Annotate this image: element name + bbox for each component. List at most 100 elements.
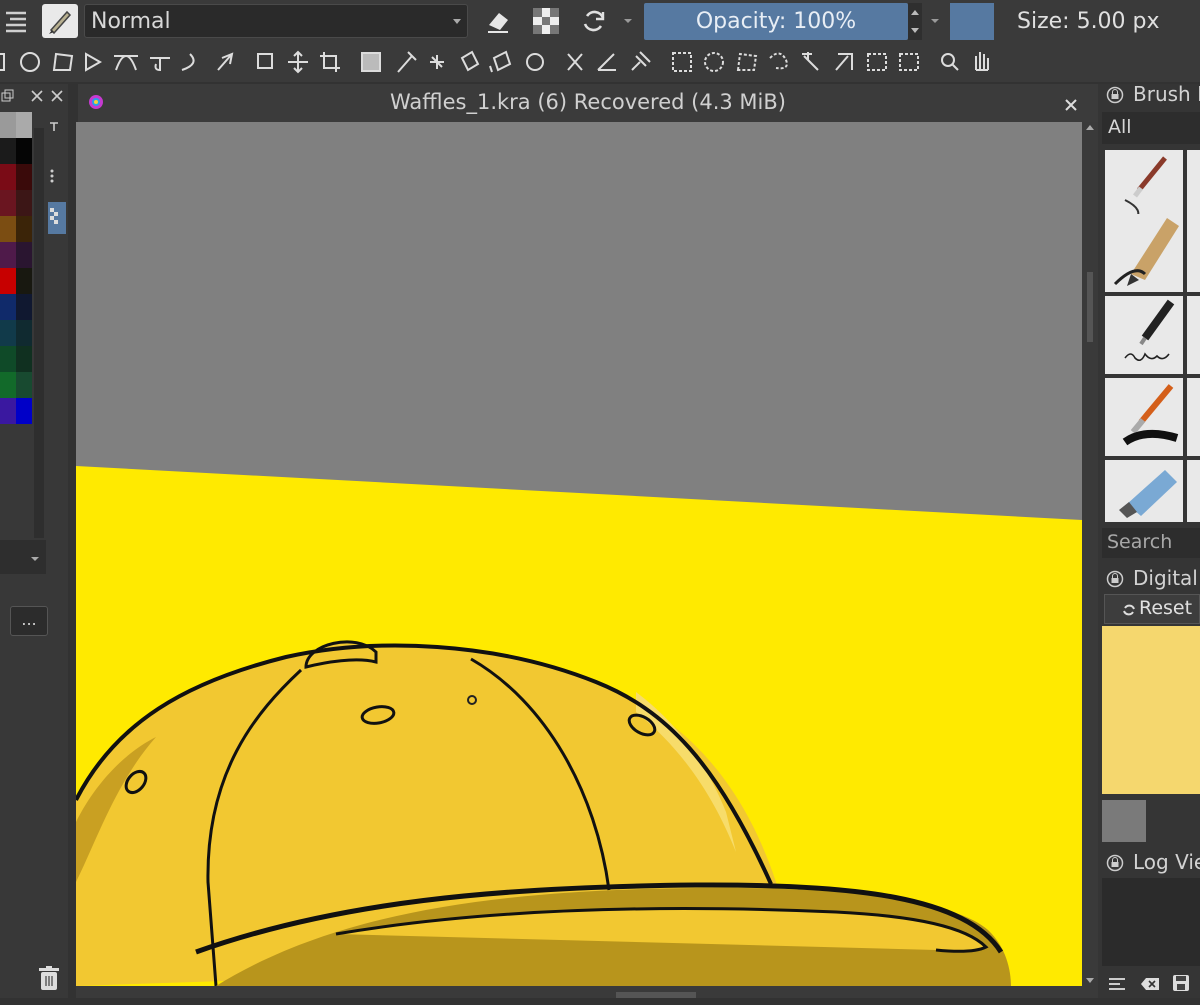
contiguous-select-tool (802, 52, 819, 71)
palette-swatch[interactable] (0, 190, 16, 216)
brush-preset-partial[interactable] (1187, 460, 1200, 522)
palette-scrollbar[interactable] (34, 128, 44, 538)
save-log-icon[interactable] (1172, 974, 1190, 996)
palette-swatch[interactable] (16, 112, 32, 138)
dock-lock-icon[interactable] (1106, 86, 1124, 108)
assistant-tool (492, 50, 512, 72)
measure-tool (597, 53, 616, 71)
reset-label: Reset (1139, 597, 1193, 619)
palette-swatch[interactable] (16, 138, 32, 164)
magnetic-select-tool (899, 53, 919, 71)
document-title: Waffles_1.kra (6) Recovered (4.3 MiB) (390, 90, 786, 114)
foreground-color-swatch[interactable] (950, 3, 994, 40)
palette-swatch[interactable] (0, 294, 16, 320)
more-options-icon[interactable] (48, 168, 56, 187)
brush-preset-pencil[interactable] (1105, 214, 1183, 292)
freehand-select-tool (769, 52, 788, 70)
palette-swatch[interactable] (16, 320, 32, 346)
vertical-scrollbar[interactable] (1082, 122, 1098, 986)
palette-swatch[interactable] (16, 190, 32, 216)
brush-presets-title: Brush P (1133, 82, 1200, 106)
zoom-handle (951, 63, 959, 71)
pan-tool (975, 52, 989, 71)
palette-swatch[interactable] (0, 216, 16, 242)
layer-thumbnail[interactable] (48, 202, 66, 234)
drawing-canvas[interactable] (76, 122, 1082, 986)
more-button[interactable]: ... (10, 606, 48, 636)
brush-filter-value: All (1108, 116, 1132, 138)
palette-swatch[interactable] (0, 346, 16, 372)
log-options-icon[interactable] (1108, 976, 1126, 996)
polygon-tool (52, 52, 74, 71)
palette-swatch[interactable] (16, 372, 32, 398)
ellipse-tool (20, 52, 40, 72)
menu-icon[interactable] (0, 4, 32, 38)
smart-patch-tool (430, 55, 444, 69)
blend-mode-select[interactable]: Normal (84, 4, 468, 38)
close-icon[interactable] (30, 88, 44, 107)
mixer-color-swatch[interactable] (1102, 800, 1146, 842)
reset-button[interactable]: Reset (1104, 594, 1200, 624)
top-toolbar: Normal Opacity: 100% Size: 5.00 px (0, 0, 1200, 44)
palette-swatch[interactable] (16, 216, 32, 242)
palette-swatch[interactable] (16, 268, 32, 294)
palette-swatch[interactable] (0, 138, 16, 164)
transform-tool (257, 53, 273, 69)
brush-preset-partial[interactable] (1187, 296, 1200, 374)
alpha-lock-icon[interactable] (530, 4, 562, 38)
opacity-label: Opacity: 100% (695, 9, 857, 34)
reset-icon (1123, 604, 1135, 616)
palette-select[interactable] (0, 540, 46, 574)
palette-swatch[interactable] (0, 268, 16, 294)
reload-icon[interactable] (578, 4, 610, 38)
reference-ring (526, 53, 544, 71)
crop-tool (320, 52, 340, 72)
dock-lock-icon[interactable] (1106, 570, 1124, 592)
eraser-icon[interactable] (482, 4, 514, 38)
dropdown-icon[interactable] (926, 4, 944, 38)
color-mixer-area[interactable] (1102, 626, 1200, 794)
brush-preset-partial[interactable] (1187, 214, 1200, 292)
dock-lock-icon[interactable] (1106, 854, 1124, 876)
palette-swatch[interactable] (0, 398, 16, 424)
brush-search-placeholder: Search (1107, 531, 1173, 553)
multibrush-tool (217, 52, 234, 71)
brush-preset-partial[interactable] (1187, 378, 1200, 456)
close-icon[interactable] (1064, 97, 1078, 116)
gradient-tool (361, 52, 381, 72)
palette-swatch[interactable] (0, 242, 16, 268)
color-picker-tool (397, 51, 417, 73)
brush-preset-marker[interactable] (1105, 460, 1183, 522)
float-icon[interactable] (0, 88, 14, 107)
log-viewer-title: Log Vie (1133, 850, 1200, 874)
horizontal-scrollbar[interactable] (76, 986, 1098, 998)
opacity-slider[interactable]: Opacity: 100% (644, 3, 908, 40)
brush-preset-icon[interactable] (42, 4, 78, 38)
palette-swatch[interactable] (16, 242, 32, 268)
palette-swatch[interactable] (16, 294, 32, 320)
opacity-spinner[interactable] (908, 3, 922, 40)
brush-size-field[interactable]: Size: 5.00 px (1000, 3, 1200, 40)
clear-log-icon[interactable] (1140, 976, 1160, 996)
brush-preset-pen[interactable] (1105, 296, 1183, 374)
palette-swatch[interactable] (0, 164, 16, 190)
palette-menu-icon[interactable] (48, 118, 60, 131)
log-viewer-panel (1102, 878, 1200, 966)
dropdown-icon[interactable] (618, 4, 638, 38)
brush-filter-select[interactable]: All (1102, 112, 1200, 144)
brush-search-input[interactable]: Search (1102, 528, 1200, 558)
palette-swatch[interactable] (16, 346, 32, 372)
palette-swatch[interactable] (0, 112, 16, 138)
trash-icon[interactable] (38, 966, 60, 996)
brush-preset-watercolor[interactable] (1105, 378, 1183, 456)
rect-select-tool (672, 52, 692, 72)
palette-swatch[interactable] (0, 372, 16, 398)
close-icon[interactable] (50, 88, 64, 107)
digital-color-title: Digital C (1133, 566, 1200, 590)
palette-swatch[interactable] (16, 164, 32, 190)
bezier-tool (114, 55, 138, 71)
palette-swatch[interactable] (0, 320, 16, 346)
size-label: Size: 5.00 px (1017, 9, 1160, 34)
palette-swatch[interactable] (16, 398, 32, 424)
move-tool (288, 50, 308, 74)
